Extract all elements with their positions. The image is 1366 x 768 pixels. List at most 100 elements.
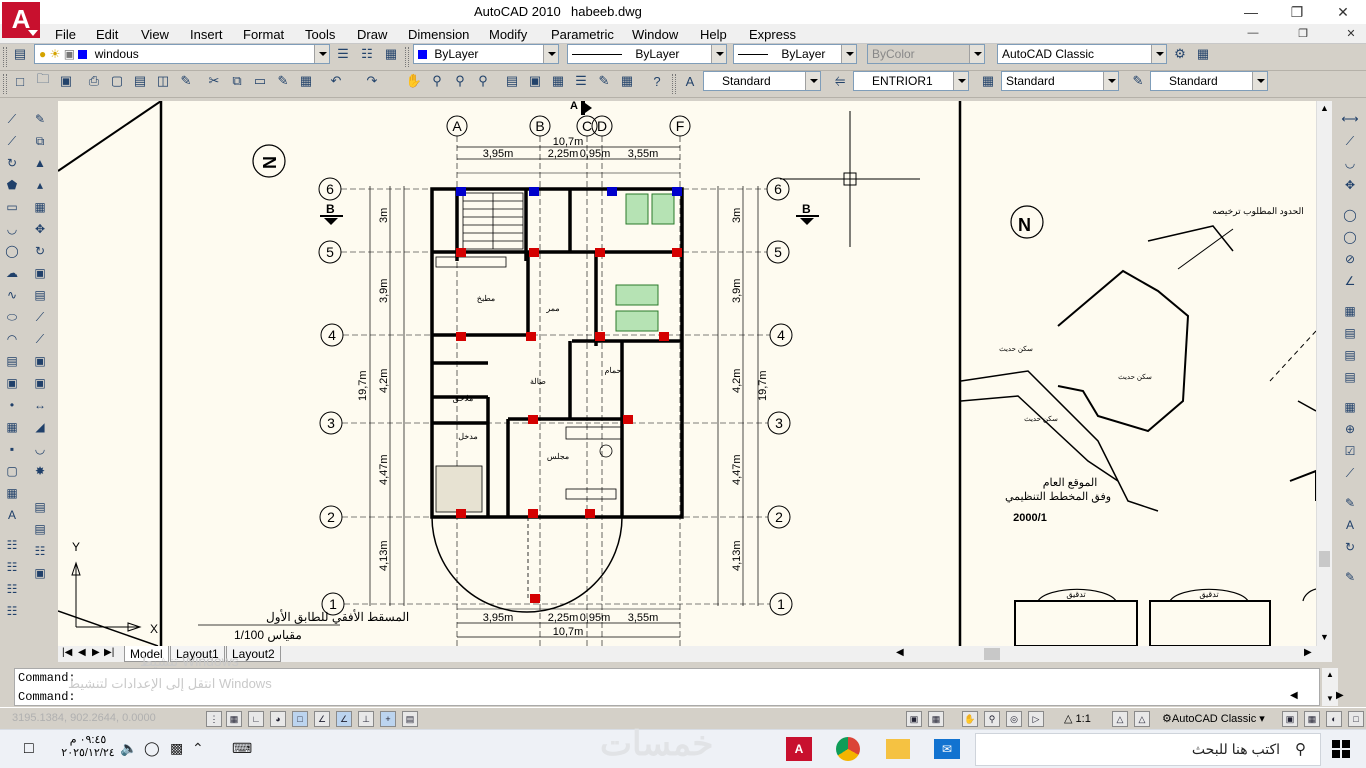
close-button[interactable]: ✕: [1320, 0, 1366, 24]
workspace-dropdown[interactable]: AutoCAD Classic: [997, 44, 1167, 64]
arc-icon[interactable]: ◡: [2, 220, 22, 238]
circle-icon[interactable]: ◯: [2, 242, 22, 260]
clock[interactable]: ٠٩:٤٥ م ٢٠٢٥/١٢/٢٤: [58, 733, 118, 759]
join-icon[interactable]: ↔: [30, 396, 50, 414]
pan-button[interactable]: ✋: [962, 711, 978, 727]
move-icon[interactable]: ✥: [30, 220, 50, 238]
copy-icon[interactable]: ⧉: [227, 71, 247, 91]
layer-dropdown[interactable]: ● ☀ ▣ windous: [34, 44, 330, 64]
open-folder-icon[interactable]: 🗀: [33, 71, 53, 91]
isolate-objects-button[interactable]: ◐: [1326, 711, 1342, 727]
ellipse-arc-icon[interactable]: ◠: [2, 330, 22, 348]
linetype-dropdown[interactable]: ByLayer: [567, 44, 727, 64]
zoom-window-icon[interactable]: ⚲: [450, 71, 470, 91]
keyboard-icon[interactable]: ⌨: [232, 740, 252, 757]
stretch-icon[interactable]: ▤: [30, 286, 50, 304]
rotate-icon[interactable]: ↻: [30, 242, 50, 260]
workspace-switch[interactable]: ⚙AutoCAD Classic ▾: [1162, 712, 1265, 725]
menu-express[interactable]: Express: [749, 27, 796, 42]
table-style-dropdown[interactable]: Standard: [1001, 71, 1119, 91]
polar-button[interactable]: ◕: [270, 711, 286, 727]
publish-icon[interactable]: ▤: [130, 71, 150, 91]
snap-mode-button[interactable]: ⋮: [206, 711, 222, 727]
properties-icon[interactable]: ▤: [502, 71, 522, 91]
break-at-point-icon[interactable]: ▣: [30, 352, 50, 370]
3d-dwf-icon[interactable]: ◫: [153, 71, 173, 91]
layer-walk-icon[interactable]: ☷: [2, 558, 22, 576]
erase-icon[interactable]: ✎: [30, 110, 50, 128]
scroll-down-icon[interactable]: ▼: [1320, 632, 1329, 642]
jogged-linear-icon[interactable]: ⟋: [1340, 464, 1360, 482]
tab-last-icon[interactable]: ▶|: [104, 647, 114, 658]
chrome-icon[interactable]: [836, 737, 860, 761]
zoom-button[interactable]: ⚲: [984, 711, 1000, 727]
toolbar-grip[interactable]: [672, 74, 676, 94]
dim-linear-icon[interactable]: ⟷: [1340, 110, 1360, 128]
steering-wheel-button[interactable]: ◎: [1006, 711, 1022, 727]
dyn-input-button[interactable]: +: [380, 711, 396, 727]
mail-icon[interactable]: ✉: [934, 739, 960, 759]
layer-tool-icon[interactable]: ☷: [2, 536, 22, 554]
dim-arc-icon[interactable]: ◡: [1340, 154, 1360, 172]
dim-update-icon[interactable]: ↻: [1340, 538, 1360, 556]
menu-window[interactable]: Window: [632, 27, 678, 42]
toolbar-grip[interactable]: [3, 47, 7, 67]
dim-edit-icon[interactable]: ✎: [1340, 494, 1360, 512]
autocad-taskbar-icon[interactable]: A: [786, 737, 812, 761]
dim-style-icon[interactable]: ✎: [1340, 568, 1360, 586]
menu-draw[interactable]: Draw: [357, 27, 387, 42]
markup-icon[interactable]: ✎: [594, 71, 614, 91]
array-icon[interactable]: ▦: [30, 198, 50, 216]
zoom-realtime-icon[interactable]: ⚲: [427, 71, 447, 91]
block-editor-icon[interactable]: ▦: [296, 71, 316, 91]
windows-start-icon[interactable]: [1332, 740, 1350, 758]
otrack-button[interactable]: ∠: [336, 711, 352, 727]
quick-dim-icon[interactable]: ▦: [1340, 302, 1360, 320]
lineweight-button[interactable]: ▤: [402, 711, 418, 727]
zoom-previous-icon[interactable]: ⚲: [473, 71, 493, 91]
dim-baseline-icon[interactable]: ▤: [1340, 324, 1360, 342]
menu-file[interactable]: File: [55, 27, 76, 42]
menu-modify[interactable]: Modify: [489, 27, 527, 42]
point-icon[interactable]: •: [2, 396, 22, 414]
center-mark-icon[interactable]: ⊕: [1340, 420, 1360, 438]
annotation-visibility-button[interactable]: △: [1112, 711, 1128, 727]
offset-icon[interactable]: ▴: [30, 176, 50, 194]
menu-dimension[interactable]: Dimension: [408, 27, 469, 42]
lineweight-dropdown[interactable]: ByLayer: [733, 44, 857, 64]
command-prompt-line[interactable]: Command:: [18, 690, 76, 704]
ducs-button[interactable]: ⊥: [358, 711, 374, 727]
spline-icon[interactable]: ∿: [2, 286, 22, 304]
dim-continue-icon[interactable]: ▤: [1340, 346, 1360, 364]
plot-preview-icon[interactable]: ▢: [107, 71, 127, 91]
doc-minimize-button[interactable]: —: [1244, 27, 1262, 39]
polyline-icon[interactable]: ↻: [2, 154, 22, 172]
layer-iso-icon[interactable]: ☷: [2, 580, 22, 598]
scroll-up-icon[interactable]: ▲: [1326, 670, 1334, 679]
cmd-hscroll-left-icon[interactable]: ◀: [1290, 690, 1298, 701]
autocad-logo-icon[interactable]: A: [2, 2, 40, 38]
save-icon[interactable]: ▣: [56, 71, 76, 91]
battery-icon[interactable]: ▩: [170, 740, 183, 757]
break-icon[interactable]: ▣: [30, 374, 50, 392]
tab-prev-icon[interactable]: ◀: [78, 647, 86, 658]
help-icon[interactable]: ?: [647, 71, 667, 91]
dim-stack-icon[interactable]: ☷: [30, 542, 50, 560]
layer-properties-icon[interactable]: ▤: [10, 44, 30, 64]
inspection-icon[interactable]: ☑: [1340, 442, 1360, 460]
dim-diameter-icon[interactable]: ⊘: [1340, 250, 1360, 268]
chamfer-icon[interactable]: ◢: [30, 418, 50, 436]
text-style-dropdown[interactable]: Standard: [703, 71, 821, 91]
text-style-icon[interactable]: A: [680, 71, 700, 91]
drawing-canvas[interactable]: Y X N A B C D F 6 5 4 3 2 1 6 5 4 3 2 1 …: [58, 101, 1316, 646]
match-icon[interactable]: ✎: [273, 71, 293, 91]
maximize-button[interactable]: ❐: [1274, 0, 1320, 24]
scroll-thumb[interactable]: [1319, 551, 1330, 567]
paste-icon[interactable]: ▭: [250, 71, 270, 91]
dim-linear-icon[interactable]: ▤: [30, 498, 50, 516]
polygon-icon[interactable]: ⬟: [2, 176, 22, 194]
table-icon[interactable]: ▦: [2, 484, 22, 502]
layer-state-icon[interactable]: ▦: [381, 44, 401, 64]
auto-scale-button[interactable]: △: [1134, 711, 1150, 727]
annotation-scale[interactable]: △ 1:1: [1064, 712, 1091, 725]
